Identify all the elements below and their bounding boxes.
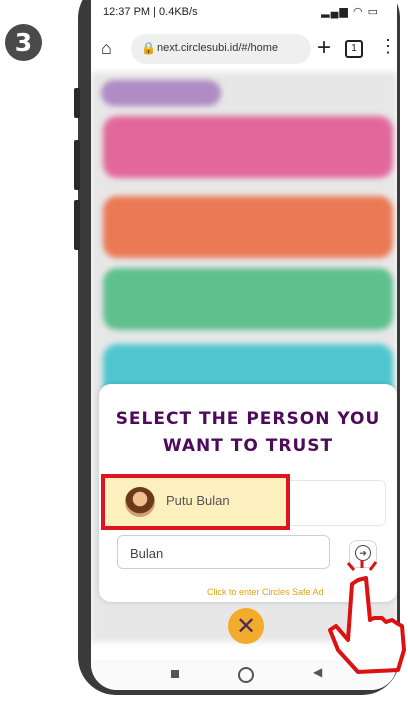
home-nav-icon[interactable]	[238, 667, 254, 683]
safe-address-hint[interactable]: Click to enter Circles Safe Ad	[207, 587, 324, 597]
blurred-card-pink	[103, 116, 393, 178]
arrow-right-circle-icon: ➜	[355, 545, 371, 561]
tapping-hand-icon	[328, 560, 406, 674]
status-icons: ▂▄▆ ◠ ▭	[321, 6, 379, 18]
browser-toolbar: ⌂ 🔒 next.circlesubi.id/#/home + 1 ⋮	[91, 26, 397, 72]
phone-volume-down-button	[74, 200, 80, 250]
phone-side-button	[74, 88, 80, 118]
step-number-badge: 3	[5, 24, 42, 61]
lock-icon: 🔒	[141, 41, 156, 55]
status-bar: 12:37 PM | 0.4KB/s ▂▄▆ ◠ ▭	[91, 0, 397, 26]
kebab-menu-icon[interactable]: ⋮	[379, 36, 397, 57]
recents-icon[interactable]	[171, 670, 179, 678]
status-time: 12:37 PM | 0.4KB/s	[103, 6, 198, 18]
url-text: next.circlesubi.id/#/home	[157, 42, 279, 54]
address-bar[interactable]: 🔒 next.circlesubi.id/#/home	[131, 34, 311, 64]
person-search-input[interactable]	[128, 542, 322, 564]
person-search-field[interactable]	[117, 535, 330, 569]
person-name: Putu Bulan	[166, 493, 230, 508]
close-button[interactable]: ✕	[228, 608, 264, 644]
person-option-highlighted[interactable]: Putu Bulan	[101, 474, 290, 530]
blurred-header-pill	[101, 80, 221, 106]
modal-title: SELECT THE PERSON YOU WANT TO TRUST	[115, 409, 381, 456]
avatar	[125, 487, 155, 517]
phone-volume-up-button	[74, 140, 80, 190]
blurred-card-green	[103, 268, 393, 330]
new-tab-icon[interactable]: +	[317, 34, 331, 62]
tab-count-button[interactable]: 1	[345, 40, 363, 58]
home-icon[interactable]: ⌂	[101, 38, 112, 59]
blurred-card-orange	[103, 196, 393, 258]
